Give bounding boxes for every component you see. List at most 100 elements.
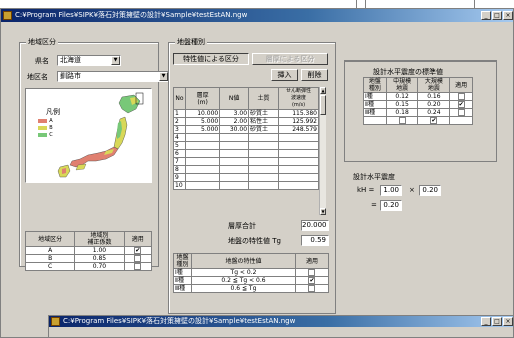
- soil-cell[interactable]: 粘性土: [248, 117, 279, 126]
- n-value-cell[interactable]: 30.00: [219, 125, 250, 134]
- thickness-cell[interactable]: [184, 149, 221, 158]
- app-icon[interactable]: [51, 317, 60, 326]
- n-value-cell[interactable]: [219, 173, 250, 182]
- apply-cell: [123, 262, 153, 271]
- n-value-cell[interactable]: [219, 133, 250, 142]
- result-field: 0.20: [380, 200, 402, 211]
- thickness-cell[interactable]: 5.000: [184, 117, 221, 126]
- chevron-down-icon[interactable]: ▼: [111, 56, 120, 65]
- velocity-cell[interactable]: [278, 133, 319, 142]
- n-value-cell[interactable]: 2.00: [219, 117, 250, 126]
- thickness-cell[interactable]: [184, 165, 221, 174]
- seismic-apply-checkbox[interactable]: ✔: [457, 101, 465, 108]
- velocity-cell[interactable]: [278, 149, 319, 158]
- class-type-cell: Ⅱ種: [173, 276, 192, 285]
- soil-cell[interactable]: [248, 141, 279, 150]
- maximize-button[interactable]: □: [492, 11, 502, 20]
- thickness-cell[interactable]: [184, 141, 221, 150]
- soil-cell[interactable]: [248, 133, 279, 142]
- table-row[interactable]: 9: [173, 173, 319, 182]
- apply-checkbox[interactable]: ✔: [134, 247, 142, 254]
- table-row[interactable]: 2 5.000 2.00 粘性土 125.992: [173, 117, 319, 126]
- zone-cell: A: [24, 246, 76, 255]
- soil-cell[interactable]: [248, 181, 279, 190]
- japan-map-image: [57, 92, 144, 178]
- table-header: No: [173, 87, 186, 110]
- prefecture-select[interactable]: 北海道 ▼: [57, 55, 121, 66]
- delete-button[interactable]: 削除: [301, 69, 328, 81]
- thickness-cell[interactable]: [184, 173, 221, 182]
- seismic-mid-cell: 0.12: [385, 92, 419, 101]
- table-row[interactable]: 10: [173, 181, 319, 190]
- region-group-title: 地域区分: [26, 37, 58, 47]
- layer-table-scrollbar[interactable]: ▲ ▼: [319, 87, 326, 215]
- velocity-cell[interactable]: [278, 173, 319, 182]
- table-row[interactable]: 7: [173, 157, 319, 166]
- tab-characteristic[interactable]: 特性値による区分: [173, 53, 249, 65]
- mid-scale-checkbox[interactable]: [398, 117, 406, 124]
- scroll-thumb[interactable]: [320, 95, 326, 115]
- thickness-cell[interactable]: [184, 133, 221, 142]
- table-row: Ⅲ種 0.6 ≦ Tg: [173, 284, 330, 293]
- table-row[interactable]: 8: [173, 165, 319, 174]
- title-bar[interactable]: C:¥Program Files¥SIPK¥落石対策擁壁の設計¥Sample¥t…: [1, 9, 513, 22]
- second-title-bar[interactable]: C:¥Program Files¥SIPK¥落石対策擁壁の設計¥Sample¥t…: [49, 316, 513, 327]
- class-apply-checkbox[interactable]: [308, 269, 316, 276]
- place-select[interactable]: 釧路市 ▼: [57, 71, 169, 82]
- velocity-cell[interactable]: [278, 157, 319, 166]
- velocity-cell[interactable]: [278, 181, 319, 190]
- prefecture-value: 北海道: [60, 56, 81, 64]
- n-value-cell[interactable]: [219, 157, 250, 166]
- thickness-cell[interactable]: 10.000: [184, 109, 221, 118]
- n-value-cell[interactable]: [219, 165, 250, 174]
- velocity-cell[interactable]: 125.992: [278, 117, 319, 126]
- table-row: Ⅰ種 Tg < 0.2: [173, 268, 330, 277]
- seismic-apply-checkbox[interactable]: [457, 109, 465, 116]
- factor-field[interactable]: 1.00: [380, 185, 402, 196]
- minimize-button[interactable]: _: [481, 317, 491, 326]
- maximize-button[interactable]: □: [492, 317, 502, 326]
- table-row[interactable]: 3 5.000 30.00 砂質土 248.579: [173, 125, 319, 134]
- close-button[interactable]: ×: [503, 11, 513, 20]
- soil-cell[interactable]: [248, 149, 279, 158]
- thickness-cell[interactable]: 5.000: [184, 125, 221, 134]
- chevron-down-icon[interactable]: ▼: [159, 72, 168, 81]
- table-row: Ⅱ種 0.2 ≦ Tg < 0.6 ✔: [173, 276, 330, 285]
- velocity-cell[interactable]: 115.380: [278, 109, 319, 118]
- velocity-cell[interactable]: [278, 165, 319, 174]
- equals-symbol: =: [371, 201, 377, 209]
- apply-checkbox[interactable]: [134, 263, 142, 270]
- minimize-button[interactable]: _: [481, 11, 491, 20]
- soil-cell[interactable]: [248, 173, 279, 182]
- velocity-cell[interactable]: 248.579: [278, 125, 319, 134]
- app-icon[interactable]: [3, 11, 12, 20]
- class-apply-checkbox[interactable]: [308, 285, 316, 292]
- n-value-cell[interactable]: [219, 181, 250, 190]
- scroll-up-icon[interactable]: ▲: [320, 87, 326, 94]
- n-value-cell[interactable]: [219, 149, 250, 158]
- velocity-cell[interactable]: [278, 141, 319, 150]
- table-row[interactable]: 5: [173, 141, 319, 150]
- tab-layer-thickness[interactable]: 層厚による区分: [252, 53, 328, 65]
- thickness-cell[interactable]: [184, 157, 221, 166]
- table-header: 層厚 (m): [184, 87, 221, 110]
- soil-cell[interactable]: [248, 157, 279, 166]
- apply-checkbox[interactable]: [134, 255, 142, 262]
- soil-cell[interactable]: 砂質土: [248, 109, 279, 118]
- large-scale-checkbox[interactable]: ✔: [430, 117, 438, 124]
- soil-cell[interactable]: 砂質土: [248, 125, 279, 134]
- table-row[interactable]: 4: [173, 133, 319, 142]
- seismic-apply-checkbox[interactable]: [457, 93, 465, 100]
- n-value-cell[interactable]: [219, 141, 250, 150]
- class-apply-checkbox[interactable]: ✔: [308, 277, 316, 284]
- table-row[interactable]: 1 10.000 3.00 砂質土 115.380: [173, 109, 319, 118]
- close-button[interactable]: ×: [503, 317, 513, 326]
- n-value-cell[interactable]: 3.00: [219, 109, 250, 118]
- scroll-down-icon[interactable]: ▼: [320, 208, 326, 215]
- coef-cell: 1.00: [74, 246, 125, 255]
- class-range-cell: Tg < 0.2: [191, 268, 296, 277]
- thickness-cell[interactable]: [184, 181, 221, 190]
- insert-button[interactable]: 挿入: [271, 69, 298, 81]
- soil-cell[interactable]: [248, 165, 279, 174]
- table-row[interactable]: 6: [173, 149, 319, 158]
